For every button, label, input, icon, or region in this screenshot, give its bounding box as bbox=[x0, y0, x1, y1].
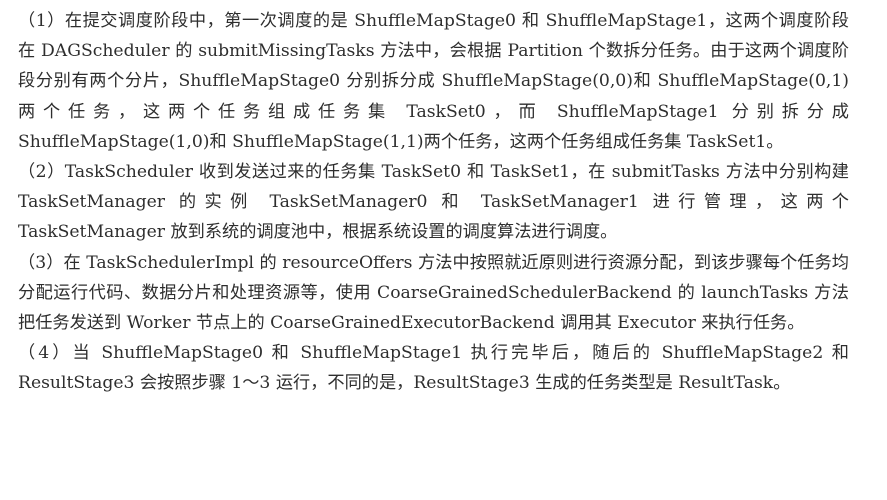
paragraph-step-4: （4）当 ShuffleMapStage0 和 ShuffleMapStage1… bbox=[18, 343, 849, 394]
paragraph-step-1: （1）在提交调度阶段中，第一次调度的是 ShuffleMapStage0 和 S… bbox=[18, 11, 849, 152]
paragraph-step-3: （3）在 TaskSchedulerImpl 的 resourceOffers … bbox=[18, 252, 849, 334]
document-page: （1）在提交调度阶段中，第一次调度的是 ShuffleMapStage0 和 S… bbox=[18, 6, 849, 399]
paragraph-step-2: （2）TaskScheduler 收到发送过来的任务集 TaskSet0 和 T… bbox=[18, 162, 849, 243]
